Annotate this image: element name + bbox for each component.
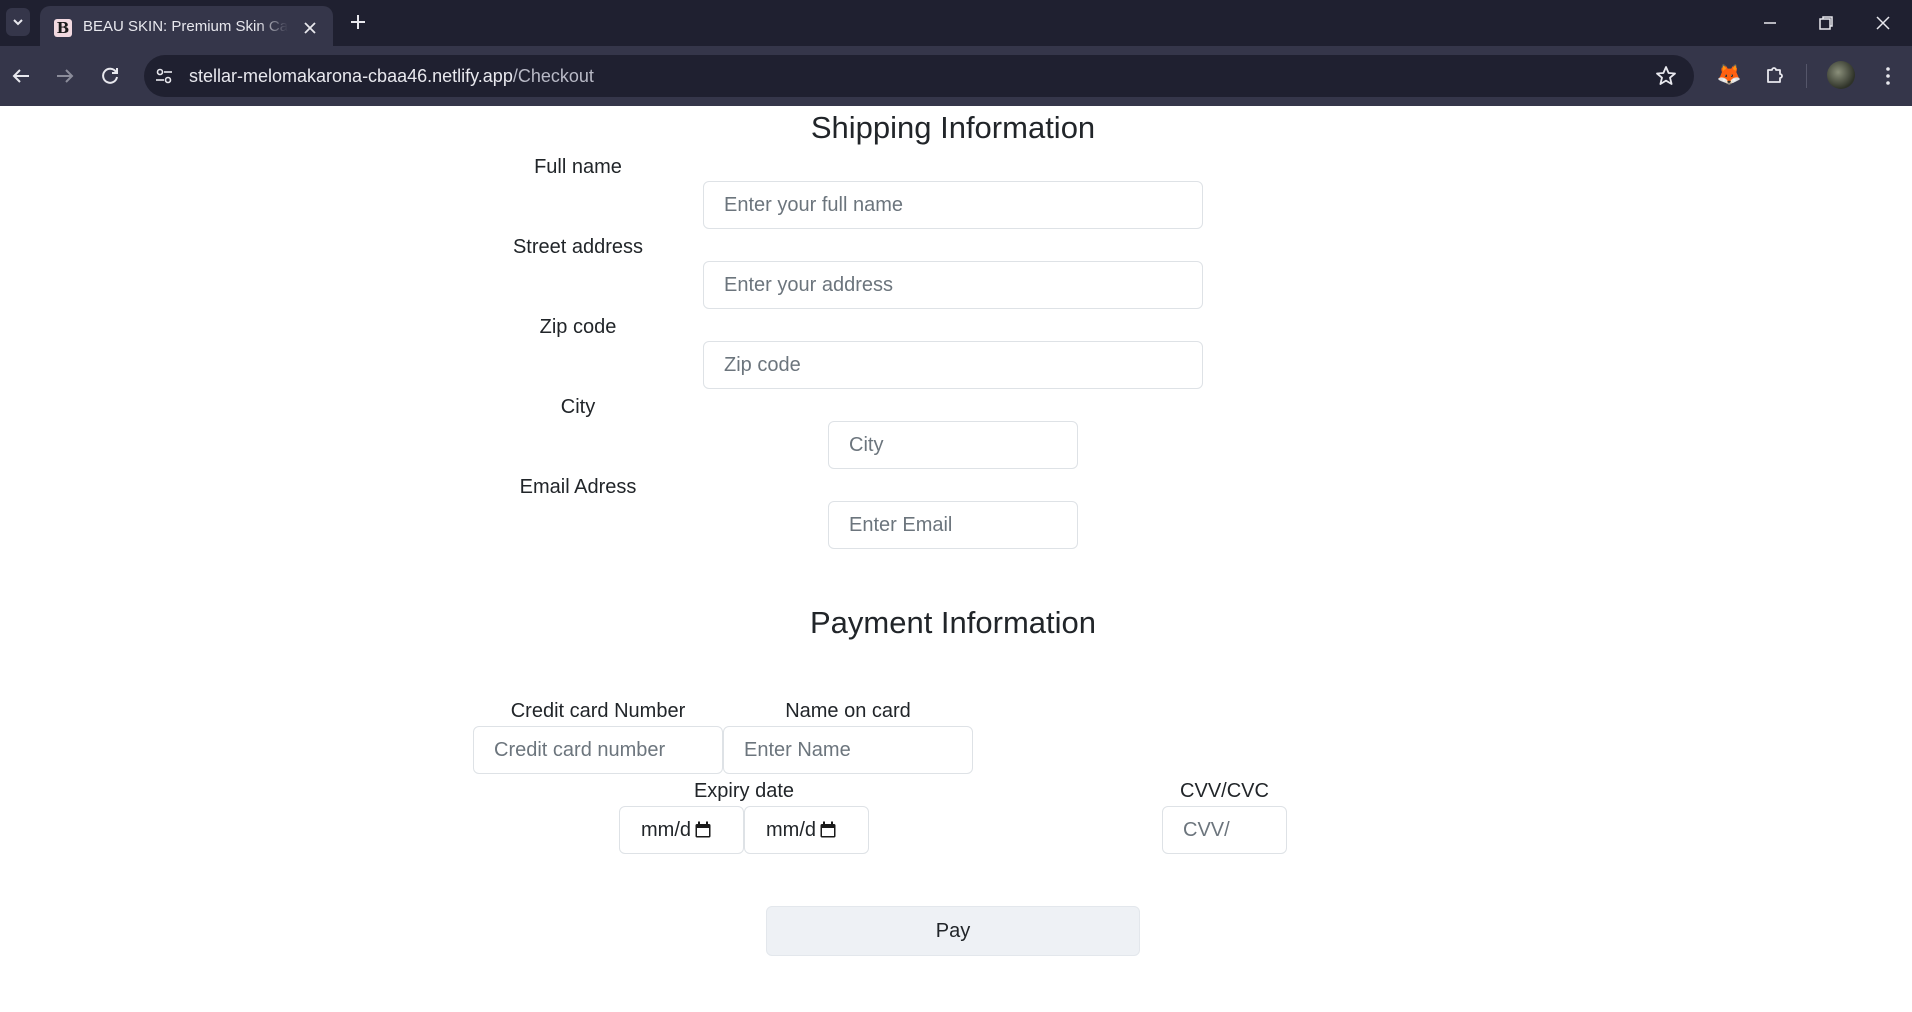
tab-title: BEAU SKIN: Premium Skin Care [83, 18, 288, 35]
favicon-icon: B [54, 19, 72, 37]
profile-avatar[interactable] [1827, 61, 1855, 89]
email-input[interactable] [828, 501, 1078, 549]
card-number-label: Credit card Number [510, 700, 686, 722]
url-text[interactable]: stellar-melomakarona-cbaa46.netlify.app/… [189, 66, 594, 87]
chevron-down-icon [13, 19, 23, 26]
bookmark-star-icon[interactable] [1654, 64, 1678, 88]
checkout-page: Shipping Information Full name Street ad… [0, 106, 1912, 1012]
expiry-month-text: mm/d [641, 818, 691, 841]
city-input[interactable] [828, 421, 1078, 469]
window-close-icon[interactable] [1872, 12, 1894, 34]
expiry-month-input[interactable]: mm/d [619, 806, 744, 854]
expiry-date-label: Expiry date [693, 780, 795, 802]
name-on-card-input[interactable] [723, 726, 973, 774]
browser-tab-bar: B BEAU SKIN: Premium Skin Care [0, 0, 1912, 46]
fox-extension-icon[interactable]: 🦊 [1716, 62, 1742, 88]
new-tab-plus-icon[interactable] [348, 12, 368, 32]
name-on-card-label: Name on card [785, 700, 911, 722]
reload-icon[interactable] [98, 64, 122, 88]
card-number-input[interactable] [473, 726, 723, 774]
tab-search-button[interactable] [6, 8, 30, 36]
more-menu-icon[interactable] [1876, 64, 1900, 88]
street-address-input[interactable] [703, 261, 1203, 309]
full-name-input[interactable] [703, 181, 1203, 229]
cvv-input[interactable] [1162, 806, 1287, 854]
payment-title: Payment Information [809, 605, 1097, 640]
shipping-title: Shipping Information [810, 110, 1096, 145]
browser-tab-active[interactable]: B BEAU SKIN: Premium Skin Care [40, 6, 333, 46]
full-name-label: Full name [534, 156, 622, 178]
back-arrow-icon[interactable] [9, 64, 33, 88]
expiry-year-input[interactable]: mm/d [744, 806, 869, 854]
forward-arrow-icon[interactable] [53, 64, 77, 88]
url-host: stellar-melomakarona-cbaa46.netlify.app [189, 66, 513, 86]
close-icon[interactable] [302, 20, 318, 36]
street-address-label: Street address [512, 236, 644, 258]
toolbar-separator [1806, 64, 1807, 88]
url-path: /Checkout [512, 66, 594, 86]
restore-icon[interactable] [1815, 12, 1837, 34]
calendar-icon[interactable] [819, 821, 837, 839]
expiry-year-text: mm/d [766, 818, 816, 841]
minimize-icon[interactable] [1759, 12, 1781, 34]
site-info-icon[interactable] [152, 64, 176, 88]
extensions-puzzle-icon[interactable] [1763, 63, 1787, 87]
calendar-icon[interactable] [694, 821, 712, 839]
zip-code-input[interactable] [703, 341, 1203, 389]
cvv-label: CVV/CVC [1180, 780, 1269, 802]
zip-code-label: Zip code [539, 316, 617, 338]
pay-button[interactable]: Pay [766, 906, 1140, 956]
browser-toolbar: stellar-melomakarona-cbaa46.netlify.app/… [0, 46, 1912, 106]
email-label: Email Adress [519, 476, 637, 498]
city-label: City [560, 396, 596, 418]
